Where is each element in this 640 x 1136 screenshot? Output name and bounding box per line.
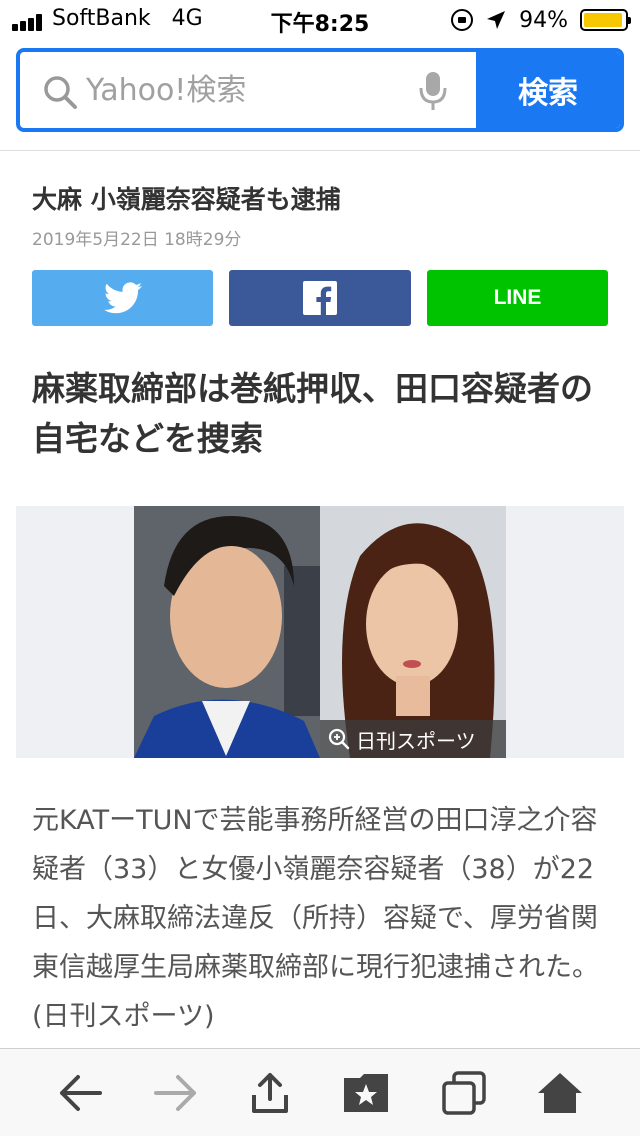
photo-credit-label: 日刊スポーツ bbox=[356, 728, 476, 753]
zoom-icon bbox=[328, 728, 350, 750]
browser-toolbar bbox=[0, 1048, 640, 1136]
photo-man bbox=[134, 506, 320, 758]
article-photo[interactable]: 日刊スポーツ bbox=[134, 506, 506, 758]
search-input[interactable] bbox=[86, 52, 406, 128]
bookmarks-icon bbox=[344, 1074, 388, 1112]
bookmarks-button[interactable] bbox=[340, 1067, 392, 1119]
forward-arrow-icon bbox=[154, 1075, 196, 1111]
share-icon bbox=[252, 1073, 288, 1113]
photo-credit-badge[interactable]: 日刊スポーツ bbox=[320, 720, 506, 758]
search-button[interactable]: 検索 bbox=[476, 52, 620, 128]
share-line-button[interactable]: LINE bbox=[427, 270, 608, 326]
share-twitter-button[interactable] bbox=[32, 270, 213, 326]
twitter-bird-icon bbox=[103, 282, 142, 314]
share-button[interactable] bbox=[244, 1067, 296, 1119]
forward-button[interactable] bbox=[150, 1067, 202, 1119]
status-right: 94% bbox=[451, 5, 631, 35]
share-facebook-button[interactable] bbox=[229, 270, 411, 326]
status-bar: SoftBank 4G 下午8:25 94% bbox=[0, 0, 640, 40]
topic-title[interactable]: 大麻 小嶺麗奈容疑者も逮捕 bbox=[32, 180, 341, 216]
article-date: 2019年5月22日 18時29分 bbox=[32, 230, 242, 250]
article-body: 元KATーTUNで芸能事務所経営の田口淳之介容疑者（33）と女優小嶺麗奈容疑者（… bbox=[32, 805, 599, 1032]
location-arrow-icon bbox=[487, 11, 506, 29]
battery-level bbox=[584, 13, 622, 27]
home-icon bbox=[538, 1073, 582, 1113]
search-bar: 検索 bbox=[16, 48, 624, 132]
microphone-icon[interactable] bbox=[416, 70, 450, 112]
facebook-f-icon bbox=[303, 281, 337, 315]
line-label: LINE bbox=[493, 286, 542, 309]
tabs-button[interactable] bbox=[438, 1067, 490, 1119]
battery-icon bbox=[580, 9, 631, 31]
divider bbox=[0, 150, 640, 151]
tabs-icon bbox=[442, 1071, 486, 1115]
article-headline: 麻薬取締部は巻紙押収、田口容疑者の自宅などを捜索 bbox=[32, 369, 593, 458]
back-button[interactable] bbox=[54, 1067, 106, 1119]
battery-percent: 94% bbox=[519, 7, 568, 33]
article-photo-area[interactable]: 日刊スポーツ bbox=[16, 506, 624, 758]
rotation-lock-icon bbox=[451, 9, 474, 31]
search-icon bbox=[44, 76, 77, 109]
back-arrow-icon bbox=[60, 1075, 102, 1111]
home-button[interactable] bbox=[534, 1067, 586, 1119]
